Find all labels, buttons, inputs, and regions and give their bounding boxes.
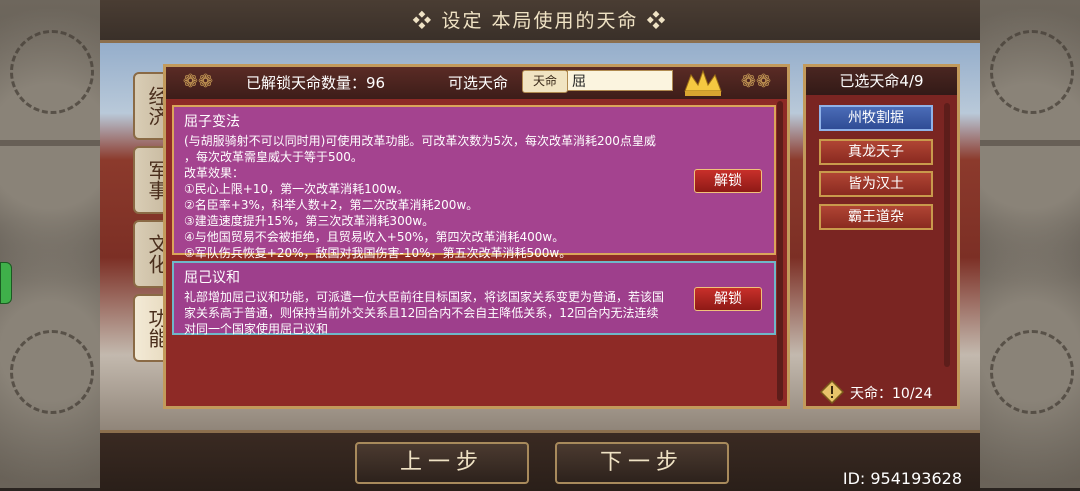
card-title: 屈子变法 <box>184 114 240 130</box>
crown-logo-icon[interactable] <box>681 69 725 97</box>
cloud-ornament-icon: ❁❁ <box>740 71 772 92</box>
title-bar: ❖ 设定 本局使用的天命 ❖ <box>100 0 980 43</box>
dragon-emblem-icon <box>990 30 1074 114</box>
chip-label: 天命 <box>532 74 557 88</box>
destiny-card[interactable]: 屈己议和 礼部增加屈己议和功能，可派遣一位大臣前往目标国家，将该国家关系变更为普… <box>172 261 776 336</box>
card-description: (与胡服骑射不可以同时用)可使用改革功能。可改革次数为5次，每次改革消耗200点… <box>184 134 656 260</box>
card-description: 礼部增加屈己议和功能，可派遣一位大臣前往目标国家，将该国家关系变更为普通，若该国… <box>184 290 665 336</box>
cloud-ornament-icon: ❁❁ <box>182 71 214 92</box>
available-label: 可选天命 <box>448 74 509 92</box>
unlocked-count: 已解锁天命数量：96 <box>246 74 386 92</box>
selected-destiny-item[interactable]: 真龙天子 <box>819 139 933 165</box>
side-drawer-handle[interactable] <box>0 262 12 304</box>
unlock-button[interactable]: 解锁 <box>694 169 762 193</box>
button-label: 下一步 <box>599 450 684 475</box>
selected-header: 已选天命4/9 <box>806 67 957 95</box>
item-label: 真龙天子 <box>848 144 904 160</box>
dragon-emblem-icon <box>10 30 94 114</box>
player-id: ID: 954193628 <box>842 469 962 488</box>
unlock-button[interactable]: 解锁 <box>694 287 762 311</box>
ornament-icon: ❖ <box>412 10 442 32</box>
selected-destiny-item[interactable]: 皆为汉土 <box>819 171 933 197</box>
page-title: ❖ 设定 本局使用的天命 ❖ <box>100 6 980 33</box>
selected-destiny-panel: 已选天命4/9 州牧割据 真龙天子 皆为汉土 霸王道杂 天命：10/24 <box>803 64 960 409</box>
search-input[interactable] <box>567 70 673 91</box>
filter-chip[interactable]: 天命 <box>522 70 568 93</box>
item-label: 州牧割据 <box>848 110 904 126</box>
panel-header: ❁❁ 已解锁天命数量：96 可选天命 天命 ❁❁ <box>166 67 787 99</box>
selected-destiny-item[interactable]: 霸王道杂 <box>819 204 933 230</box>
unlock-button-label: 解锁 <box>714 291 742 307</box>
right-decor-panel <box>977 0 1080 488</box>
divider <box>0 140 100 146</box>
warning-icon <box>820 380 844 404</box>
previous-step-button[interactable]: 上一步 <box>355 442 529 484</box>
left-decor-panel <box>0 0 103 488</box>
ornament-icon: ❖ <box>638 10 668 32</box>
selected-destiny-item[interactable]: 州牧割据 <box>819 105 933 131</box>
page-title-text: 设定 本局使用的天命 <box>441 10 639 32</box>
item-label: 皆为汉土 <box>848 176 904 192</box>
dragon-emblem-icon <box>10 330 94 414</box>
item-label: 霸王道杂 <box>848 209 904 225</box>
scrollbar[interactable] <box>944 103 950 367</box>
card-title: 屈己议和 <box>184 270 240 286</box>
unlock-button-label: 解锁 <box>714 173 742 189</box>
destiny-list-panel: ❁❁ 已解锁天命数量：96 可选天命 天命 ❁❁ 屈子变法 (与胡服骑射不可以同… <box>163 64 790 409</box>
divider <box>980 140 1080 146</box>
dragon-emblem-icon <box>990 330 1074 414</box>
destiny-quota: 天命：10/24 <box>850 386 933 402</box>
destiny-card[interactable]: 屈子变法 (与胡服骑射不可以同时用)可使用改革功能。可改革次数为5次，每次改革消… <box>172 105 776 260</box>
next-step-button[interactable]: 下一步 <box>555 442 729 484</box>
scrollbar[interactable] <box>777 101 783 401</box>
button-label: 上一步 <box>399 450 484 475</box>
